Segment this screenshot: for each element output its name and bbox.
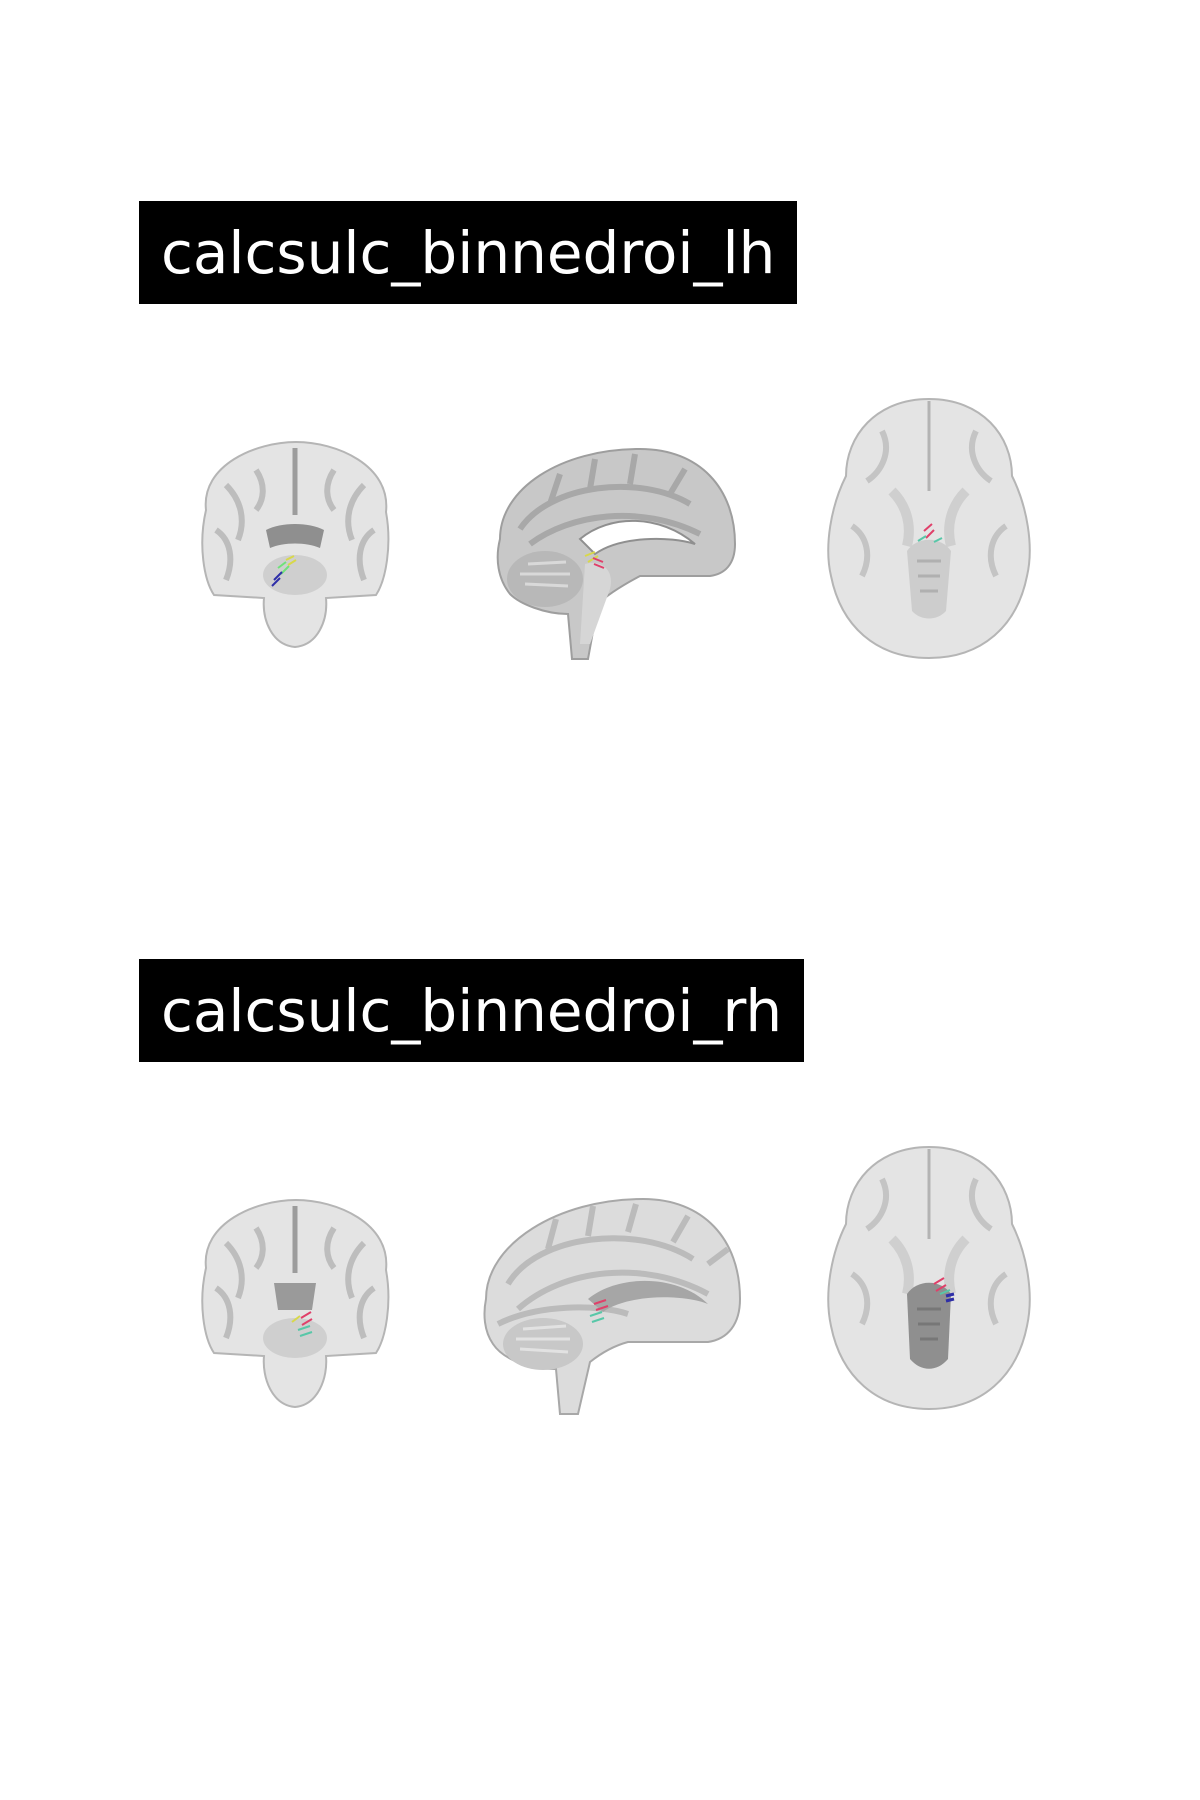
panel-lh: calcsulc_binnedroi_lh (0, 0, 1200, 720)
coronal-view (201, 1198, 390, 1409)
axial-view (827, 397, 1031, 660)
axial-view (827, 1145, 1031, 1411)
sagittal-view (483, 1197, 742, 1415)
sagittal-view (496, 447, 737, 660)
coronal-view (201, 440, 390, 649)
brain-views-rh (0, 758, 1200, 1478)
brain-views-lh (0, 0, 1200, 720)
panel-rh: calcsulc_binnedroi_rh (0, 758, 1200, 1478)
